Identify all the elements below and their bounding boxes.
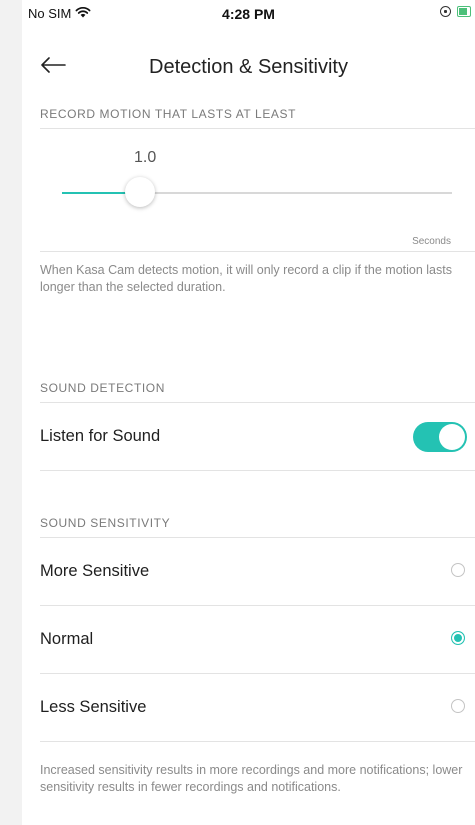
sensitivity-option-label: Less Sensitive bbox=[40, 698, 147, 716]
motion-help-text: When Kasa Cam detects motion, it will on… bbox=[40, 263, 452, 294]
battery-icon bbox=[457, 6, 471, 17]
sensitivity-option-label: Normal bbox=[40, 630, 94, 648]
radio-button[interactable] bbox=[451, 631, 465, 645]
duration-slider[interactable] bbox=[62, 177, 452, 207]
divider bbox=[40, 470, 475, 471]
divider bbox=[40, 128, 475, 129]
listen-for-sound-label: Listen for Sound bbox=[40, 427, 161, 445]
status-right bbox=[440, 6, 471, 17]
toggle-knob bbox=[439, 424, 465, 450]
sensitivity-help-text: Increased sensitivity results in more re… bbox=[40, 763, 463, 794]
section-header-sound-sensitivity: SOUND SENSITIVITY bbox=[40, 516, 171, 530]
nav-bar: Detection & Sensitivity bbox=[22, 34, 475, 100]
radio-button[interactable] bbox=[451, 699, 465, 713]
sensitivity-option-more[interactable]: More Sensitive bbox=[40, 538, 475, 605]
divider bbox=[40, 251, 475, 252]
page-title: Detection & Sensitivity bbox=[149, 56, 348, 78]
sensitivity-option-label: More Sensitive bbox=[40, 562, 150, 580]
section-header-motion: RECORD MOTION THAT LASTS AT LEAST bbox=[40, 107, 297, 121]
sensitivity-option-normal[interactable]: Normal bbox=[40, 606, 475, 673]
radio-button[interactable] bbox=[451, 563, 465, 577]
slider-value: 1.0 bbox=[134, 149, 157, 166]
listen-for-sound-toggle[interactable] bbox=[413, 422, 467, 452]
sensitivity-option-less[interactable]: Less Sensitive bbox=[40, 674, 475, 741]
orientation-lock-icon bbox=[440, 6, 451, 17]
slider-unit-label: Seconds bbox=[412, 236, 451, 247]
slider-thumb[interactable] bbox=[125, 177, 155, 207]
status-time: 4:28 PM bbox=[222, 6, 275, 22]
divider bbox=[40, 741, 475, 742]
section-header-sound-detection: SOUND DETECTION bbox=[40, 381, 166, 395]
status-bar: No SIM 4:28 PM bbox=[22, 0, 475, 34]
listen-for-sound-row[interactable]: Listen for Sound bbox=[40, 403, 475, 470]
screen: No SIM 4:28 PM Detection & Sensitivity R… bbox=[22, 0, 475, 825]
